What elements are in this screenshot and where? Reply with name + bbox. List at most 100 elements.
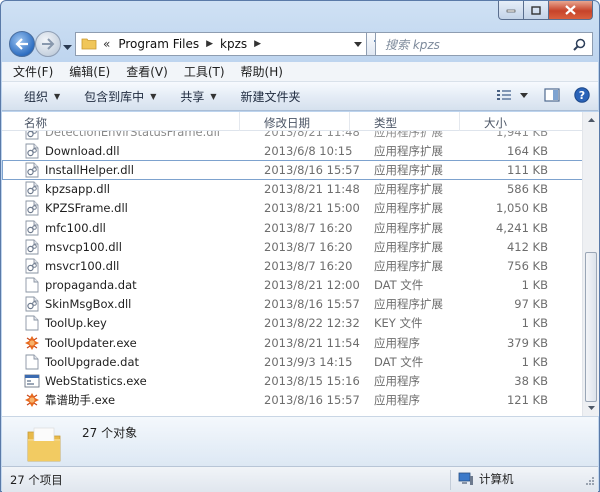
file-size: 379 KB [506,335,548,350]
recent-pages-dropdown[interactable] [63,40,72,54]
address-overflow[interactable]: « [103,37,110,51]
column-header-size[interactable]: 大小 [460,112,548,131]
file-row[interactable]: InstallHelper.dll 2013/8/16 15:57 应用程序扩展 11… [2,160,583,180]
organize-label: 组织 [24,89,49,104]
file-size: 164 KB [506,143,548,158]
file-name: ToolUp.key [45,316,107,331]
include-in-library-button[interactable]: 包含到库中 ▼ [84,88,156,105]
dll-file-icon [24,296,40,312]
menu-tools[interactable]: 工具(T) [184,63,225,80]
menu-help[interactable]: 帮助(H) [241,63,283,80]
file-name-cell[interactable]: SkinMsgBox.dll [2,296,240,312]
file-name-cell[interactable]: Download.dll [2,143,240,159]
file-row[interactable]: SkinMsgBox.dll 2013/8/16 15:57 应用程序扩展 97 KB [2,295,583,314]
navigation-row: « Program Files ▶ kpzs ▶ 搜索 kpzs [7,31,593,57]
file-date: 2013/6/8 10:15 [264,143,353,158]
file-date: 2013/8/21 11:48 [264,182,360,197]
file-row[interactable]: WebStatistics.exe 2013/8/15 15:16 应用程序 38 K… [2,371,583,390]
chevron-down-icon: ▼ [210,91,217,101]
chevron-down-icon [587,406,595,410]
file-type: 应用程序扩展 [374,143,443,158]
help-button[interactable]: ? [574,87,590,103]
chevron-right-icon[interactable]: ▶ [206,39,213,49]
scroll-up-button[interactable] [583,112,599,128]
vertical-scrollbar[interactable] [582,112,599,416]
app-icon [24,335,40,351]
file-date: 2013/8/16 15:57 [264,162,360,177]
new-folder-button[interactable]: 新建文件夹 [241,88,301,105]
file-name-cell[interactable]: msvcr100.dll [2,258,240,274]
file-date: 2013/8/7 16:20 [264,220,353,235]
column-header-date[interactable]: 修改日期 [240,112,350,131]
menu-view[interactable]: 查看(V) [126,63,168,80]
breadcrumb-kpzs[interactable]: kpzs [217,37,250,51]
file-name-cell[interactable]: propaganda.dat [2,277,240,293]
file-type: 应用程序扩展 [374,131,443,139]
file-row[interactable]: ToolUpdater.exe 2013/8/21 11:54 应用程序 379 KB [2,333,583,352]
address-history-dropdown[interactable] [350,33,366,55]
search-icon[interactable] [573,38,586,51]
file-row[interactable]: ToolUp.key 2013/8/22 12:32 KEY 文件 1 KB [2,314,583,333]
breadcrumb-program-files[interactable]: Program Files [115,37,202,51]
file-name-cell[interactable]: kpzsapp.dll [2,181,240,197]
file-type: 应用程序 [374,374,420,389]
back-button[interactable] [9,31,35,57]
file-name-cell[interactable]: mfc100.dll [2,220,240,236]
status-bar: 27 个项目 计算机 [2,466,598,492]
file-row[interactable]: msvcp100.dll 2013/8/7 16:20 应用程序扩展 412 KB [2,237,583,256]
file-row[interactable]: propaganda.dat 2013/8/21 12:00 DAT 文件 1 KB [2,276,583,295]
close-button[interactable] [549,1,593,20]
details-pane: 27 个对象 [2,416,598,466]
search-placeholder: 搜索 kpzs [385,37,440,52]
file-name-cell[interactable]: 靠谱助手.exe [2,392,240,408]
file-row[interactable]: ToolUpgrade.dat 2013/9/3 14:15 DAT 文件 1 KB [2,352,583,371]
arrow-right-icon [42,38,55,50]
organize-button[interactable]: 组织 ▼ [24,88,60,105]
scroll-down-button[interactable] [583,400,599,416]
status-divider [450,470,451,490]
menu-file[interactable]: 文件(F) [13,63,53,80]
menu-edit[interactable]: 编辑(E) [69,63,110,80]
file-date: 2013/8/16 15:57 [264,297,360,312]
file-row[interactable]: Download.dll 2013/6/8 10:15 应用程序扩展 164 KB [2,141,583,160]
file-name-cell[interactable]: msvcp100.dll [2,239,240,255]
file-name-cell[interactable]: KPZSFrame.dll [2,200,240,216]
file-name-cell[interactable]: ToolUp.key [2,315,240,331]
file-name-cell[interactable]: InstallHelper.dll [2,162,240,178]
file-name: kpzsapp.dll [45,182,110,197]
file-row[interactable]: 靠谱助手.exe 2013/8/16 15:57 应用程序 121 KB [2,391,583,410]
resize-grip[interactable] [585,475,595,489]
file-row[interactable]: DetectionEnvirStatusFrame.dll 2013/8/21 1… [2,131,583,141]
explorer-window: « Program Files ▶ kpzs ▶ 搜索 kpzs 文件(F) 编… [0,0,600,492]
preview-pane-button[interactable] [544,88,560,102]
file-name: msvcp100.dll [45,239,122,254]
file-size: 412 KB [506,239,548,254]
file-name-cell[interactable]: ToolUpgrade.dat [2,354,240,370]
maximize-button[interactable] [524,1,549,20]
file-row[interactable]: kpzsapp.dll 2013/8/21 11:48 应用程序扩展 586 KB [2,180,583,199]
forward-button[interactable] [35,31,61,57]
share-button[interactable]: 共享 ▼ [180,88,216,105]
file-date: 2013/9/3 14:15 [264,354,353,369]
dll-file-icon [24,131,40,140]
file-type: 应用程序扩展 [374,297,443,312]
address-bar[interactable]: « Program Files ▶ kpzs ▶ [75,32,367,56]
view-options-dropdown[interactable] [520,92,528,98]
file-name-cell[interactable]: ToolUpdater.exe [2,335,240,351]
scrollbar-thumb[interactable] [585,252,597,402]
help-icon: ? [574,87,590,103]
minimize-button[interactable] [498,1,524,20]
file-type: 应用程序扩展 [374,239,443,254]
file-name-cell[interactable]: DetectionEnvirStatusFrame.dll [2,131,240,140]
column-header-name[interactable]: 名称 [2,112,240,131]
file-row[interactable]: mfc100.dll 2013/8/7 16:20 应用程序扩展 4,241 KB [2,218,583,237]
file-row[interactable]: KPZSFrame.dll 2013/8/21 15:00 应用程序扩展 1,050 … [2,199,583,218]
file-list: DetectionEnvirStatusFrame.dll 2013/8/21 1… [2,131,583,416]
file-name-cell[interactable]: WebStatistics.exe [2,373,240,389]
chevron-right-icon[interactable]: ▶ [254,39,261,49]
column-header-type[interactable]: 类型 [350,112,460,131]
change-view-button[interactable] [496,88,512,102]
file-row[interactable]: msvcr100.dll 2013/8/7 16:20 应用程序扩展 756 KB [2,256,583,275]
search-input[interactable]: 搜索 kpzs [375,32,593,56]
file-icon [24,315,40,331]
